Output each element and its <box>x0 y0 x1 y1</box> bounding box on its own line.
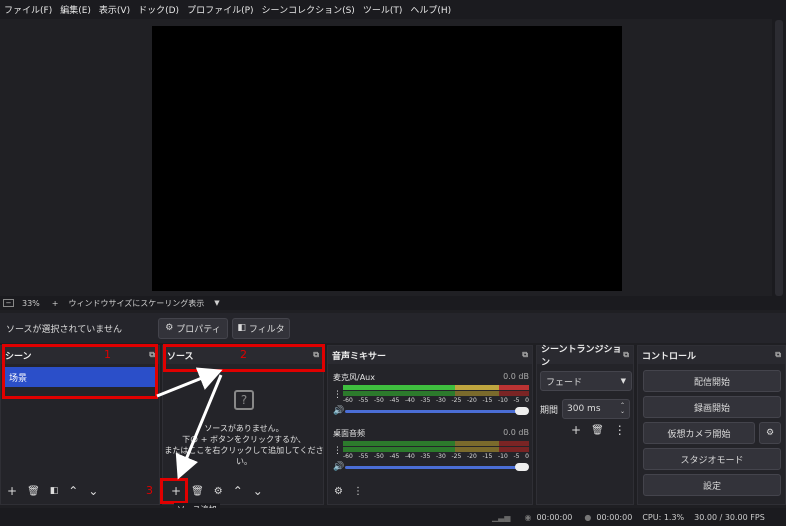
channel-level: 0.0 dB <box>503 428 529 437</box>
source-context-bar: ソースが選択されていません ⚙ プロパティ ◧ フィルタ <box>0 313 786 343</box>
preview-canvas[interactable] <box>152 26 622 291</box>
dock-float-icon[interactable]: ⧉ <box>623 350 629 360</box>
move-down-icon[interactable]: ⌄ <box>88 484 98 498</box>
menu-bar: ファイル(F) 編集(E) 表示(V) ドック(D) プロファイル(P) シーン… <box>0 0 786 19</box>
channel-name: 麦克风/Aux <box>333 373 375 382</box>
speaker-icon[interactable]: 🔊 <box>333 462 345 472</box>
channel-level: 0.0 dB <box>503 372 529 381</box>
properties-button[interactable]: ⚙ プロパティ <box>158 317 228 339</box>
scale-mode-dropdown-icon[interactable]: ▼ <box>214 299 219 307</box>
annotation-number-2: 2 <box>240 348 247 361</box>
volume-meter <box>343 441 529 446</box>
move-up-icon[interactable]: ⌃ <box>233 484 243 498</box>
volume-meter <box>343 385 529 390</box>
status-bar: ▁▃▅ ◉ 00:00:00 ● 00:00:00 CPU: 1.3% 30.0… <box>0 508 786 526</box>
chevron-down-icon: ▼ <box>620 377 626 385</box>
virtual-camera-settings-icon[interactable]: ⚙ <box>759 422 781 444</box>
annotation-number-1: 1 <box>104 348 111 361</box>
start-recording-button[interactable]: 録画開始 <box>643 396 781 418</box>
mixer-menu-icon[interactable]: ⋮ <box>353 486 363 497</box>
volume-meter <box>343 447 529 452</box>
menu-help[interactable]: ヘルプ(H) <box>410 3 451 16</box>
scenes-toolbar: + 🗑 ◧ ⌃ ⌄ <box>7 484 98 498</box>
source-properties-icon[interactable]: ⚙ <box>214 486 223 497</box>
menu-profile[interactable]: プロファイル(P) <box>187 3 253 16</box>
streaming-status-icon: ◉ <box>524 512 532 522</box>
move-down-icon[interactable]: ⌄ <box>253 484 263 498</box>
mixer-channel-mic: 麦克风/Aux 0.0 dB ⋮ -60 -55 -50 -45 -40 -35 -30 -2… <box>333 372 529 416</box>
volume-slider[interactable] <box>345 463 529 471</box>
mixer-channel-desktop: 桌面音频 0.0 dB ⋮ -60 -55 -50 -45 -40 -35 -30 -25 -2… <box>333 428 529 472</box>
channel-menu-icon[interactable]: ⋮ <box>333 446 343 456</box>
empty-sources-message: ソースがありません。 下の + ボタンをクリックするか、 またはここを右クリック… <box>164 424 324 466</box>
advanced-audio-icon[interactable]: ⚙ <box>334 486 343 497</box>
audio-mixer-dock: 音声ミキサー ⧉ 麦克风/Aux 0.0 dB ⋮ -60 -55 -50 -45 -4… <box>327 345 533 505</box>
filters-button[interactable]: ◧ フィルタ <box>232 317 290 339</box>
stepper-arrows-icon[interactable]: ⌃ ⌄ <box>620 403 625 415</box>
no-source-selected-label: ソースが選択されていません <box>6 324 123 335</box>
controls-dock: コントロール ⧉ 配信開始 録画開始 仮想カメラ開始 ⚙ スタジオモード 設定 <box>637 345 786 505</box>
scene-filters-icon[interactable]: ◧ <box>50 486 59 496</box>
remove-source-icon[interactable]: 🗑 <box>191 486 204 497</box>
menu-tools[interactable]: ツール(T) <box>363 3 403 16</box>
controls-title: コントロール <box>642 351 697 362</box>
studio-mode-button[interactable]: スタジオモード <box>643 448 781 470</box>
recording-status-icon: ● <box>584 512 592 522</box>
scene-transitions-header: シーントランジション ⧉ <box>537 345 633 368</box>
scrollbar-thumb[interactable] <box>775 20 783 296</box>
filter-icon: ◧ <box>237 323 246 333</box>
menu-view[interactable]: 表示(V) <box>99 3 130 16</box>
menu-file[interactable]: ファイル(F) <box>4 3 52 16</box>
annotation-box-add-source <box>160 478 188 504</box>
audio-mixer-header: 音声ミキサー ⧉ <box>328 346 532 364</box>
duration-stepper[interactable]: 300 ms ⌃ ⌄ <box>562 399 631 419</box>
volume-meter <box>343 391 529 396</box>
channel-menu-icon[interactable]: ⋮ <box>333 390 343 400</box>
preview-zoom-bar: − 33% + ウィンドウサイズにスケーリング表示 ▼ <box>0 296 786 310</box>
cpu-usage: CPU: 1.3% <box>642 512 685 522</box>
channel-name: 桌面音频 <box>333 429 365 438</box>
fps-counter: 30.00 / 30.00 FPS <box>694 512 765 522</box>
duration-label: 期間 <box>540 405 559 416</box>
zoom-level: 33% <box>22 298 40 308</box>
duration-row: 期間 300 ms ⌃ ⌄ <box>540 399 631 419</box>
network-signal-icon: ▁▃▅ <box>492 512 511 522</box>
start-streaming-button[interactable]: 配信開始 <box>643 370 781 392</box>
add-transition-icon[interactable]: + <box>571 423 581 437</box>
menu-edit[interactable]: 編集(E) <box>60 3 91 16</box>
annotation-box-scenes <box>2 344 158 399</box>
obs-window: ファイル(F) 編集(E) 表示(V) ドック(D) プロファイル(P) シーン… <box>0 0 786 526</box>
menu-docks[interactable]: ドック(D) <box>138 3 179 16</box>
no-sources-icon: ? <box>234 390 254 410</box>
start-virtual-camera-button[interactable]: 仮想カメラ開始 <box>643 422 755 444</box>
menu-scene-collection[interactable]: シーンコレクション(S) <box>262 3 355 16</box>
meter-ticks: -60 -55 -50 -45 -40 -35 -30 -25 -20 -15 -10 -5 0 <box>343 453 529 460</box>
speaker-icon[interactable]: 🔊 <box>333 406 345 416</box>
scale-mode-label: ウィンドウサイズにスケーリング表示 <box>68 298 205 308</box>
controls-header: コントロール ⧉ <box>638 346 785 364</box>
remove-transition-icon[interactable]: 🗑 <box>591 425 604 436</box>
meter-ticks: -60 -55 -50 -45 -40 -35 -30 -25 -20 -15 -10 -5 0 <box>343 397 529 404</box>
zoom-out-button[interactable]: − <box>3 299 14 307</box>
annotation-number-3: 3 <box>146 484 153 497</box>
volume-slider[interactable] <box>345 407 529 415</box>
mixer-toolbar: ⚙ ⋮ <box>334 486 363 497</box>
add-scene-icon[interactable]: + <box>7 484 17 498</box>
transitions-toolbar: + 🗑 ⋮ <box>571 423 626 437</box>
transition-select[interactable]: フェード ▼ <box>540 371 632 391</box>
recording-time: 00:00:00 <box>596 512 633 522</box>
transition-menu-icon[interactable]: ⋮ <box>614 423 626 437</box>
move-up-icon[interactable]: ⌃ <box>68 484 78 498</box>
scene-transitions-dock: シーントランジション ⧉ フェード ▼ 期間 300 ms ⌃ ⌄ + 🗑 ⋮ <box>536 345 634 505</box>
zoom-in-button[interactable]: + <box>52 299 59 308</box>
settings-button[interactable]: 設定 <box>643 474 781 496</box>
stream-time: 00:00:00 <box>536 512 573 522</box>
dock-float-icon[interactable]: ⧉ <box>522 350 528 360</box>
dock-float-icon[interactable]: ⧉ <box>775 350 781 360</box>
gear-icon: ⚙ <box>165 323 174 333</box>
scene-transitions-title: シーントランジション <box>541 345 622 368</box>
audio-mixer-title: 音声ミキサー <box>332 351 387 362</box>
remove-scene-icon[interactable]: 🗑 <box>27 486 40 497</box>
